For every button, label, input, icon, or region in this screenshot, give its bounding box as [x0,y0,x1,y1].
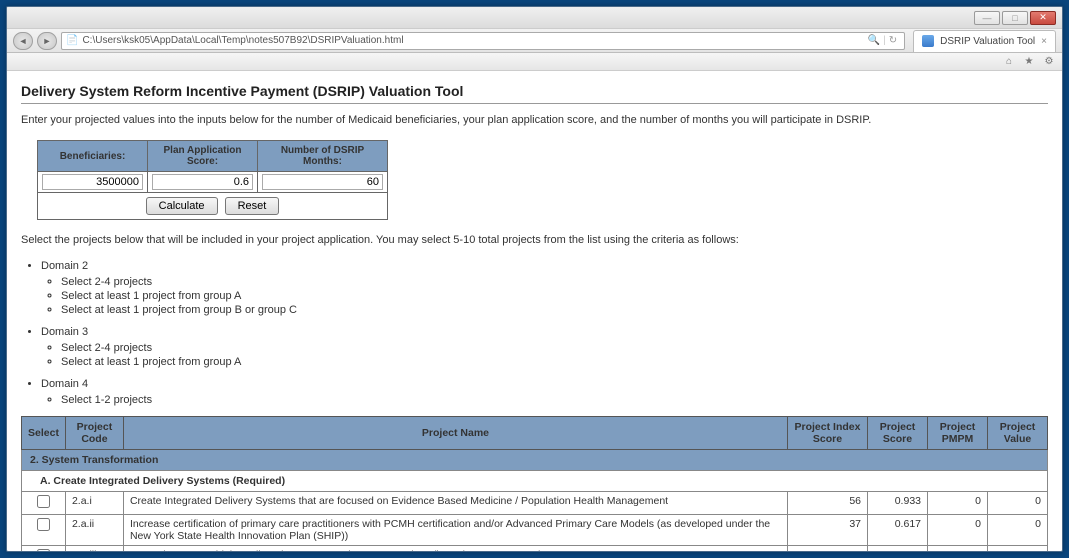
cell-value: 0 [988,546,1048,552]
projects-table: Select Project Code Project Name Project… [21,416,1048,551]
cell-index: 46 [788,546,868,552]
page-title: Delivery System Reform Incentive Payment… [21,83,1048,104]
col-code: Project Code [65,417,123,450]
cell-index: 56 [788,492,868,515]
minimize-button[interactable]: — [974,11,1000,25]
table-row: 2.a.iCreate Integrated Delivery Systems … [22,492,1048,515]
col-index: Project Index Score [788,417,868,450]
plan-score-input[interactable] [152,174,253,190]
table-row: 2.a.iiiExpand access to high quality pri… [22,546,1048,552]
url-text: C:\Users\ksk05\AppData\Local\Temp\notes5… [82,35,403,46]
col-select: Select [22,417,66,450]
tab-close-icon[interactable]: × [1041,36,1047,47]
browser-toolbar: ◄ ► 📄 C:\Users\ksk05\AppData\Local\Temp\… [7,29,1062,53]
forward-button[interactable]: ► [37,32,57,50]
back-button[interactable]: ◄ [13,32,33,50]
browser-tab[interactable]: DSRIP Valuation Tool × [913,30,1056,52]
cell-value: 0 [988,492,1048,515]
favicon [922,35,934,47]
window-title-bar: — □ ✕ [7,7,1062,29]
criteria-item: Select at least 1 project from group A [61,356,1048,368]
cell-score: 0.933 [868,492,928,515]
header-score: Plan Application Score: [148,141,258,172]
intro-text: Enter your projected values into the inp… [21,114,1048,126]
favorites-icon[interactable]: ★ [1022,55,1036,69]
cell-pmpm: 0 [928,546,988,552]
cell-name: Increase certification of primary care p… [123,515,787,546]
criteria-domain4: Domain 4 [41,378,1048,390]
col-pmpm: Project PMPM [928,417,988,450]
inputs-table: Beneficiaries: Plan Application Score: N… [37,140,388,220]
cell-score: 0.617 [868,515,928,546]
maximize-button[interactable]: □ [1002,11,1028,25]
cell-code: 2.a.i [65,492,123,515]
address-bar[interactable]: 📄 C:\Users\ksk05\AppData\Local\Temp\note… [61,32,905,50]
selection-instructions: Select the projects below that will be i… [21,234,1048,246]
criteria-domain3: Domain 3 [41,326,1048,338]
section-header: 2. System Transformation [22,450,1048,471]
beneficiaries-input[interactable] [42,174,143,190]
cell-score: 0.767 [868,546,928,552]
cell-index: 37 [788,515,868,546]
cell-pmpm: 0 [928,515,988,546]
tools-icon[interactable]: ⚙ [1042,55,1056,69]
cell-value: 0 [988,515,1048,546]
cell-pmpm: 0 [928,492,988,515]
criteria-item: Select 2-4 projects [61,276,1048,288]
calculate-button[interactable]: Calculate [146,197,218,215]
table-row: 2.a.iiIncrease certification of primary … [22,515,1048,546]
file-icon: 📄 [66,35,78,46]
criteria-item: Select at least 1 project from group A [61,290,1048,302]
col-score: Project Score [868,417,928,450]
project-select-checkbox[interactable] [37,549,50,551]
page-content: Delivery System Reform Incentive Payment… [7,71,1062,551]
cell-name: Expand access to high quality primary ca… [123,546,787,552]
subsection-header: A. Create Integrated Delivery Systems (R… [22,471,1048,492]
criteria-item: Select 2-4 projects [61,342,1048,354]
tab-title: DSRIP Valuation Tool [940,36,1035,47]
criteria-domain2: Domain 2 [41,260,1048,272]
home-icon[interactable]: ⌂ [1002,55,1016,69]
header-months: Number of DSRIP Months: [258,141,388,172]
criteria-item: Select at least 1 project from group B o… [61,304,1048,316]
browser-window: — □ ✕ ◄ ► 📄 C:\Users\ksk05\AppData\Local… [6,6,1063,552]
col-name: Project Name [123,417,787,450]
window-controls: — □ ✕ [974,11,1056,25]
cell-name: Create Integrated Delivery Systems that … [123,492,787,515]
cell-code: 2.a.iii [65,546,123,552]
command-bar: ⌂ ★ ⚙ [7,53,1062,71]
criteria-list: Domain 2 Select 2-4 projects Select at l… [31,260,1048,406]
header-beneficiaries: Beneficiaries: [38,141,148,172]
criteria-item: Select 1-2 projects [61,394,1048,406]
url-divider: | [883,35,886,46]
close-button[interactable]: ✕ [1030,11,1056,25]
search-icon[interactable]: 🔍 [868,35,880,46]
months-input[interactable] [262,174,383,190]
cell-code: 2.a.ii [65,515,123,546]
project-select-checkbox[interactable] [37,495,50,508]
col-value: Project Value [988,417,1048,450]
project-select-checkbox[interactable] [37,518,50,531]
refresh-icon[interactable]: ↻ [889,35,897,46]
reset-button[interactable]: Reset [225,197,280,215]
